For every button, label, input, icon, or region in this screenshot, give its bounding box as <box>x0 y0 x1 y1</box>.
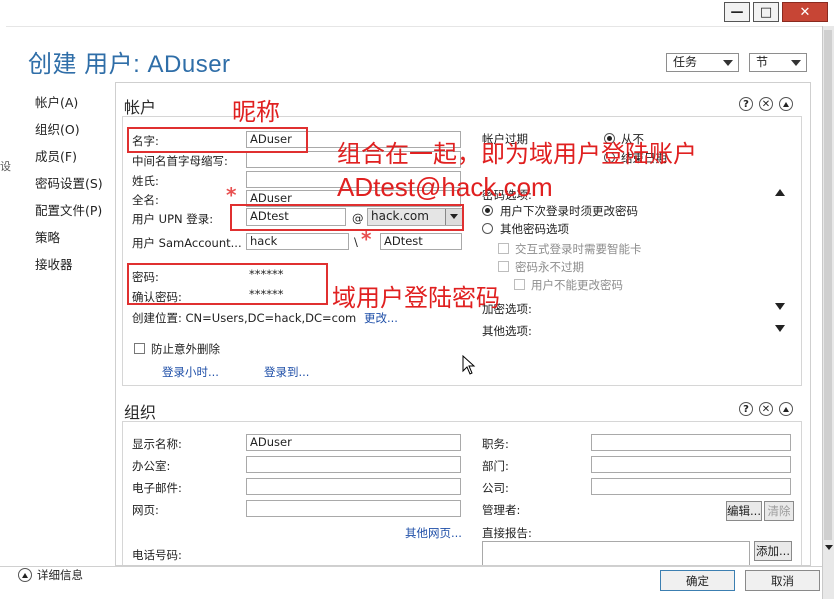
company-field[interactable] <box>591 478 791 495</box>
clear-manager-button[interactable]: 清除 <box>764 501 794 521</box>
annotation-password-note: 域用户登陆密码 <box>332 284 500 312</box>
collapse-icon[interactable] <box>779 402 793 416</box>
add-direct-report-button[interactable]: 添加... <box>754 541 792 561</box>
sam-user-field[interactable]: ADtest <box>380 233 462 250</box>
email-label: 电子邮件: <box>132 481 182 495</box>
protect-from-deletion-label: 防止意外删除 <box>151 342 220 356</box>
company-label: 公司: <box>482 481 509 495</box>
office-label: 办公室: <box>132 459 171 473</box>
annotation-account-example: ADtest@hack.com <box>337 172 553 202</box>
mouse-cursor-icon <box>462 355 476 375</box>
tasks-dropdown[interactable]: 任务 <box>666 53 739 72</box>
bottom-bar: 详细信息 确定 取消 <box>0 566 822 600</box>
collapse-icon[interactable] <box>779 97 793 111</box>
help-icon[interactable]: ? <box>739 402 753 416</box>
logon-hours-link[interactable]: 登录小时... <box>162 364 219 380</box>
web-page-label: 网页: <box>132 503 159 517</box>
left-edge <box>0 26 6 599</box>
sidebar-item-account[interactable]: 帐户(A) <box>35 92 78 111</box>
sidebar-item-organization[interactable]: 组织(O) <box>35 119 80 138</box>
sections-label: 节 <box>756 55 769 69</box>
display-name-field[interactable]: ADuser <box>246 434 461 451</box>
other-web-pages-link[interactable]: 其他网页... <box>405 525 462 541</box>
surname-label: 姓氏: <box>132 174 159 188</box>
never-expire-label: 密码永不过期 <box>515 260 584 274</box>
title-bar: — □ ✕ <box>0 0 834 27</box>
sam-label: 用户 SamAccount... <box>132 236 242 250</box>
create-location-label: 创建位置: CN=Users,DC=hack,DC=com <box>132 311 357 325</box>
help-icon[interactable]: ? <box>739 97 753 111</box>
job-title-label: 职务: <box>482 437 509 451</box>
account-section-title: 帐户 <box>124 98 157 117</box>
logon-to-link[interactable]: 登录到... <box>264 364 309 380</box>
web-page-field[interactable] <box>246 500 461 517</box>
annotation-nickname: 昵称 <box>232 98 280 126</box>
annotation-star-fullname: * <box>226 183 237 207</box>
department-label: 部门: <box>482 459 509 473</box>
upn-label: 用户 UPN 登录: <box>132 212 214 226</box>
sidebar-item-password-settings[interactable]: 密码设置(S) <box>35 173 103 192</box>
cannot-change-checkbox[interactable] <box>514 279 525 290</box>
sam-domain-field: hack <box>246 233 349 250</box>
maximize-icon: □ <box>759 4 773 20</box>
chevron-down-icon <box>791 60 801 66</box>
close-window-button[interactable]: ✕ <box>782 2 828 22</box>
sidebar-item-member-of[interactable]: 成员(F) <box>35 146 77 165</box>
annotation-combined-account: 组合在一起，即为域用户登陆账户 <box>337 140 697 168</box>
initials-label: 中间名首字母缩写: <box>132 154 228 168</box>
sam-separator: \ <box>354 235 358 249</box>
close-section-icon[interactable]: ✕ <box>759 97 773 111</box>
annotation-box-upn <box>230 204 464 231</box>
must-change-password-label: 用户下次登录时须更改密码 <box>500 204 638 218</box>
other-password-options-radio[interactable] <box>482 223 493 234</box>
edit-manager-button[interactable]: 编辑... <box>726 501 762 521</box>
expand-details-icon[interactable] <box>18 568 32 582</box>
expand-encryption-icon[interactable] <box>775 303 785 310</box>
page-title: 创建 用户: ADuser <box>28 51 231 78</box>
collapse-password-options-icon[interactable] <box>775 189 785 196</box>
expand-other-options-icon[interactable] <box>775 325 785 332</box>
ok-button[interactable]: 确定 <box>660 570 735 591</box>
close-section-icon[interactable]: ✕ <box>759 402 773 416</box>
other-options-label: 其他选项: <box>482 324 532 338</box>
full-name-label: 全名: <box>132 193 159 207</box>
close-icon: ✕ <box>799 4 811 20</box>
chevron-down-icon <box>723 60 733 66</box>
phone-label: 电话号码: <box>132 548 182 562</box>
cannot-change-label: 用户不能更改密码 <box>531 278 623 292</box>
organization-section-title: 组织 <box>124 403 157 422</box>
maximize-button[interactable]: □ <box>753 2 779 22</box>
minimize-icon: — <box>730 4 744 20</box>
email-field[interactable] <box>246 478 461 495</box>
left-edge-fragment: 设 <box>0 160 11 173</box>
sidebar-item-silo[interactable]: 接收器 <box>35 254 73 273</box>
office-field[interactable] <box>246 456 461 473</box>
details-label[interactable]: 详细信息 <box>37 567 83 583</box>
annotation-box-name <box>127 127 308 153</box>
smartcard-label: 交互式登录时需要智能卡 <box>515 242 642 256</box>
sidebar-item-policy[interactable]: 策略 <box>35 227 60 246</box>
department-field[interactable] <box>591 456 791 473</box>
direct-reports-list[interactable] <box>482 541 750 565</box>
display-name-label: 显示名称: <box>132 437 182 451</box>
sidebar-item-profile[interactable]: 配置文件(P) <box>35 200 102 219</box>
scroll-down-icon[interactable] <box>825 545 833 550</box>
must-change-password-radio[interactable] <box>482 205 493 216</box>
job-title-field[interactable] <box>591 434 791 451</box>
protect-from-deletion-checkbox[interactable] <box>134 343 145 354</box>
direct-reports-label: 直接报告: <box>482 526 532 540</box>
scrollbar-thumb[interactable] <box>824 30 832 540</box>
sections-dropdown[interactable]: 节 <box>749 53 807 72</box>
other-password-options-label: 其他密码选项 <box>500 222 569 236</box>
smartcard-checkbox[interactable] <box>498 243 509 254</box>
tasks-label: 任务 <box>673 55 698 69</box>
cancel-button[interactable]: 取消 <box>745 570 820 591</box>
annotation-box-password <box>127 263 328 305</box>
minimize-button[interactable]: — <box>724 2 750 22</box>
never-expire-checkbox[interactable] <box>498 261 509 272</box>
annotation-star-sam: * <box>361 227 372 251</box>
